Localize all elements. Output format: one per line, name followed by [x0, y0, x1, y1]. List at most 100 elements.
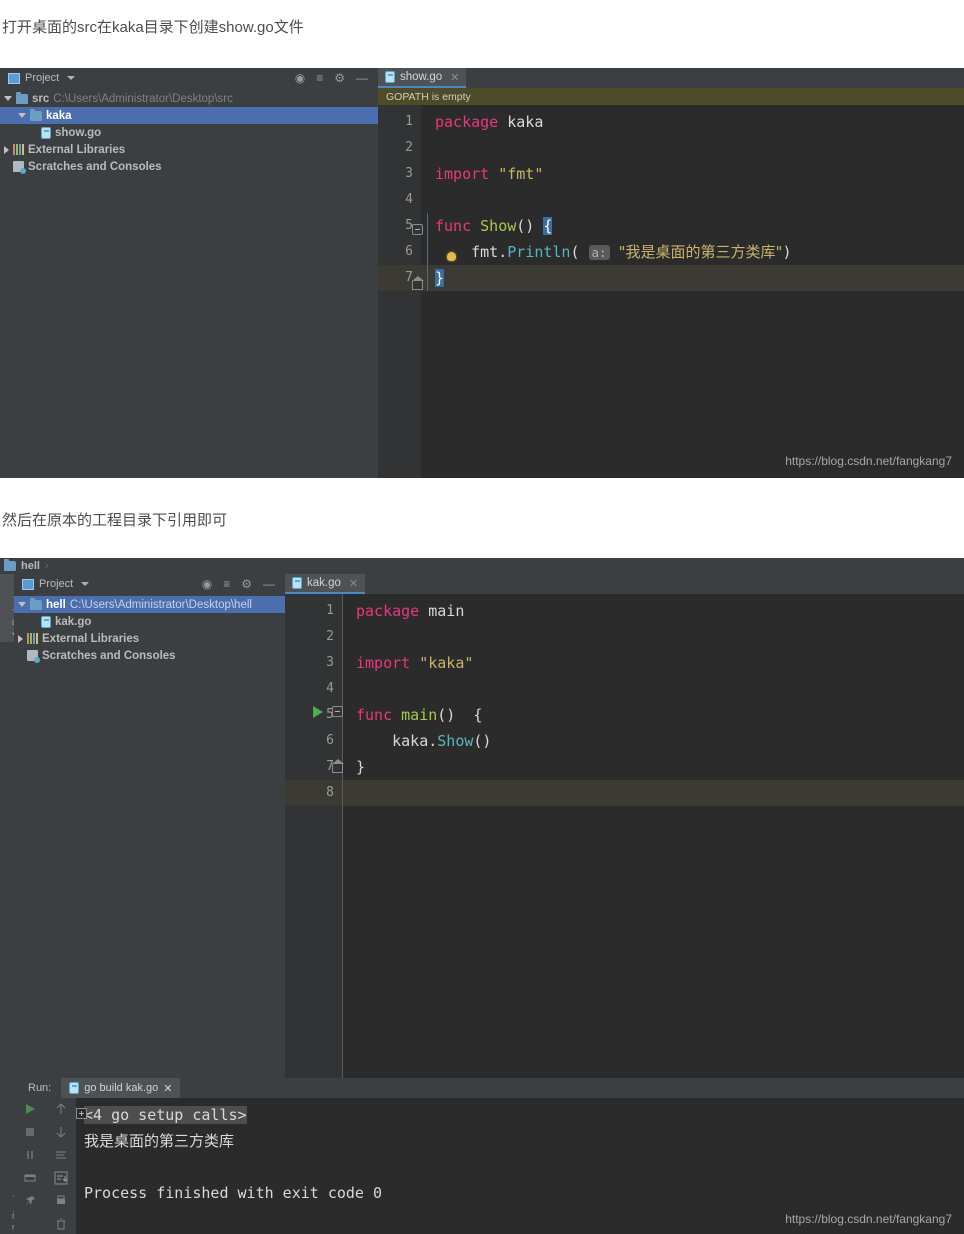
line-number-gutter-1[interactable]: 1234567 — [378, 105, 421, 478]
tool-tab-structure[interactable]: 7: Structure — [0, 1156, 22, 1234]
run-gutter-icon[interactable] — [313, 706, 323, 718]
editor-tab-kak-go[interactable]: kak.go ✕ — [285, 574, 366, 594]
collapse-all-icon[interactable]: ◉ — [295, 72, 305, 84]
code-line[interactable] — [342, 624, 964, 650]
chevron-right-icon[interactable] — [18, 634, 23, 643]
parameter-hint-badge: a: — [588, 245, 610, 260]
tree-row-hell[interactable]: hell C:\Users\Administrator\Desktop\hell — [14, 596, 285, 613]
console-fold-icon[interactable] — [76, 1108, 87, 1119]
intention-bulb-icon[interactable] — [447, 252, 456, 261]
chevron-down-icon[interactable] — [18, 113, 26, 118]
fold-collapse-icon-2[interactable] — [332, 706, 343, 717]
stop-icon[interactable] — [23, 1125, 37, 1139]
code-line[interactable]: func Show() { — [421, 213, 964, 239]
run-config-tab-label: go build kak.go — [84, 1082, 159, 1094]
print-icon[interactable] — [54, 1194, 68, 1208]
code-token: . — [498, 243, 508, 261]
code-token: } — [356, 758, 366, 776]
run-console-output[interactable]: <4 go setup calls> 我是桌面的第三方类库 Process fin… — [14, 1098, 964, 1234]
run-toolbar-right-column — [46, 1098, 76, 1234]
code-line[interactable]: package main — [342, 598, 964, 624]
up-arrow-icon[interactable] — [54, 1102, 68, 1116]
code-line[interactable] — [421, 187, 964, 213]
tree-row-label: kaka — [46, 109, 72, 122]
go-file-icon — [41, 615, 51, 628]
code-line[interactable]: package kaka — [421, 109, 964, 135]
project-panel-header-2: Project ◉ ≡ ⚙ — — [14, 574, 285, 594]
chevron-right-icon[interactable] — [4, 145, 9, 154]
code-line[interactable]: } — [342, 754, 964, 780]
code-token: import — [356, 654, 411, 672]
tree-row-scratches-and-consoles[interactable]: Scratches and Consoles — [14, 647, 285, 664]
tree-row-label: hell — [46, 598, 66, 611]
expand-icon[interactable]: ≡ — [223, 578, 230, 590]
close-icon[interactable]: ✕ — [450, 71, 459, 84]
chevron-down-icon[interactable] — [4, 96, 12, 101]
pause-icon[interactable] — [23, 1148, 37, 1162]
tree-row-show-go[interactable]: show.go — [0, 124, 378, 141]
code-line[interactable]: import "kaka" — [342, 650, 964, 676]
code-line[interactable] — [342, 676, 964, 702]
code-line[interactable] — [421, 135, 964, 161]
pin-icon[interactable] — [23, 1194, 37, 1208]
tree-row-kaka[interactable]: kaka — [0, 107, 378, 124]
console-output-line: Process finished with exit code 0 — [14, 1180, 964, 1206]
code-line[interactable] — [342, 780, 964, 806]
code-area-1[interactable]: 1234567 package kaka import "fmt" func S… — [378, 105, 964, 478]
layout-icon[interactable] — [23, 1171, 37, 1185]
line-number: 6 — [405, 244, 413, 259]
tool-tab-project[interactable]: 1: Project — [0, 574, 22, 642]
collapse-all-icon[interactable]: ◉ — [202, 578, 212, 590]
chevron-down-icon[interactable] — [67, 76, 76, 80]
minimize-icon[interactable]: — — [263, 578, 275, 590]
editor-tab-show-go[interactable]: show.go ✕ — [378, 68, 467, 88]
project-panel-title-group-2[interactable]: Project — [18, 578, 90, 590]
tree-row-label: External Libraries — [42, 632, 140, 645]
tree-row-kak-go[interactable]: kak.go — [14, 613, 285, 630]
tree-row-label: src — [32, 92, 50, 105]
code-token: ) — [782, 243, 792, 261]
code-token: Show — [480, 217, 517, 235]
gear-icon[interactable]: ⚙ — [334, 72, 345, 84]
gear-icon[interactable]: ⚙ — [241, 578, 252, 590]
tree-row-label: Scratches and Consoles — [42, 649, 176, 662]
tree-row-external-libraries[interactable]: External Libraries — [14, 630, 285, 647]
minimize-icon[interactable]: — — [356, 72, 368, 84]
code-line[interactable]: fmt.Println( a: "我是桌面的第三方类库") — [421, 239, 964, 265]
folder-icon — [30, 108, 42, 121]
scroll-to-end-icon[interactable] — [54, 1171, 68, 1185]
soft-wrap-icon[interactable] — [54, 1148, 68, 1162]
code-line[interactable]: kaka.Show() — [342, 728, 964, 754]
run-icon[interactable] — [23, 1102, 37, 1116]
code-content-1[interactable]: package kaka import "fmt" func Show() { … — [421, 105, 964, 478]
code-line[interactable]: import "fmt" — [421, 161, 964, 187]
editor-tab-label-1: show.go — [400, 71, 443, 83]
close-icon[interactable]: ✕ — [349, 577, 358, 590]
down-arrow-icon[interactable] — [54, 1125, 68, 1139]
tree-row-src[interactable]: src C:\Users\Administrator\Desktop\src — [0, 90, 378, 107]
close-icon[interactable]: ✕ — [163, 1082, 172, 1095]
console-output-text: 我是桌面的第三方类库 — [84, 1132, 235, 1150]
project-tree-1: src C:\Users\Administrator\Desktop\src kak… — [0, 88, 378, 175]
breadcrumb-project-label[interactable]: hell — [21, 560, 40, 572]
expand-icon[interactable]: ≡ — [316, 72, 323, 84]
tree-row-external-libraries[interactable]: External Libraries — [0, 141, 378, 158]
code-token: ( — [570, 243, 589, 261]
tree-row-scratches-and-consoles[interactable]: Scratches and Consoles — [0, 158, 378, 175]
line-number: 4 — [405, 192, 413, 207]
tree-row-label: External Libraries — [28, 143, 126, 156]
chevron-down-icon[interactable] — [81, 582, 90, 586]
line-number: 1 — [405, 114, 413, 129]
project-panel-title-group-1[interactable]: Project — [4, 72, 76, 84]
code-line[interactable]: } — [421, 265, 964, 291]
fold-end-icon-2[interactable] — [332, 759, 344, 773]
chevron-down-icon[interactable] — [18, 602, 26, 607]
code-line[interactable]: func main() { — [342, 702, 964, 728]
fold-end-icon-1[interactable] — [412, 276, 424, 290]
run-config-tab[interactable]: go build kak.go ✕ — [61, 1078, 181, 1098]
console-output-line: 我是桌面的第三方类库 — [14, 1128, 964, 1154]
fold-collapse-icon-1[interactable] — [412, 224, 423, 235]
console-output-line: <4 go setup calls> — [14, 1102, 964, 1128]
trash-icon[interactable] — [54, 1217, 68, 1231]
